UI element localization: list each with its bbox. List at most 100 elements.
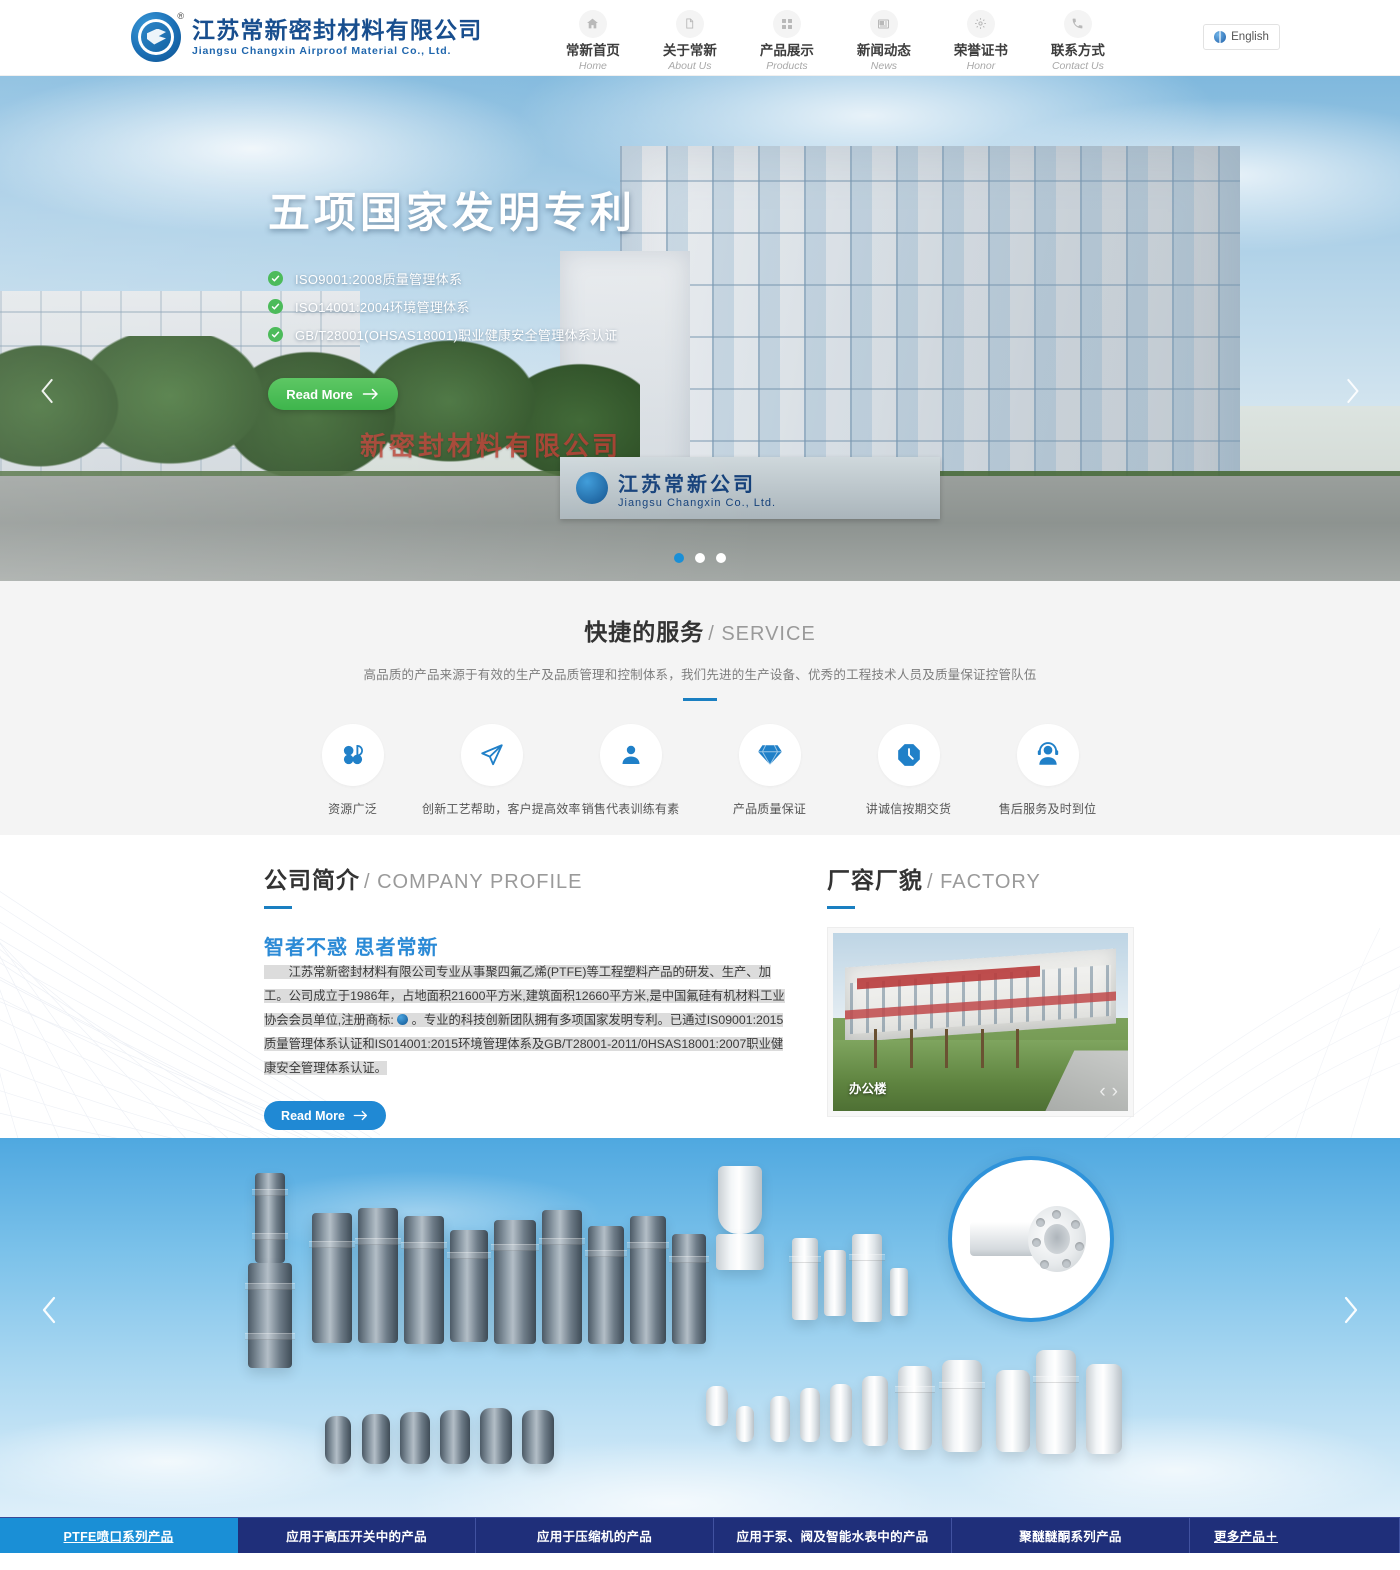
featured-product-circle xyxy=(948,1156,1114,1322)
chevron-right-icon xyxy=(1347,378,1359,404)
chevron-left-icon xyxy=(42,1296,56,1324)
site-logo[interactable]: ® 江苏常新密封材料有限公司 Jiangsu Changxin Airproof… xyxy=(131,11,483,64)
nav-label-cn: 联系方式 xyxy=(1050,42,1105,58)
product-item xyxy=(789,1238,821,1320)
factory-next-button[interactable]: › xyxy=(1112,1082,1118,1101)
product-banner: PTFE喷口系列产品 应用于高压开关中的产品 应用于压缩机的产品 应用于泵、阀及… xyxy=(0,1138,1400,1553)
factory-photo-frame: 办公楼 ‹ › xyxy=(827,927,1134,1117)
hero-list-item: ISO14001:2004环境管理体系 xyxy=(268,297,828,316)
product-item xyxy=(522,1410,554,1464)
service-item-list: 资源广泛 创新工艺帮助，客户提高效率 销售代表训练有素 产品质量保证 讲诚信按期… xyxy=(0,724,1400,817)
phone-icon xyxy=(1063,9,1092,38)
hero-read-more-button[interactable]: Read More xyxy=(268,378,398,410)
product-item xyxy=(325,1416,351,1464)
product-tab-label: 更多产品＋ xyxy=(1214,1530,1279,1544)
product-tab-high-voltage-switch[interactable]: 应用于高压开关中的产品 xyxy=(238,1518,476,1553)
product-tab-pump-valve-watermeter[interactable]: 应用于泵、阀及智能水表中的产品 xyxy=(714,1518,952,1553)
product-item xyxy=(770,1396,790,1442)
product-item xyxy=(736,1406,754,1442)
chevron-left-icon xyxy=(41,378,53,404)
hero-list-item: GB/T28001(OHSAS18001)职业健康安全管理体系认证 xyxy=(268,325,828,344)
featured-product-image xyxy=(970,1204,1094,1280)
service-subtitle: 高品质的产品来源于有效的生产及品质管理和控制体系，我们先进的生产设备、优秀的工程… xyxy=(363,668,1037,682)
profile-read-more-button[interactable]: Read More xyxy=(264,1101,386,1130)
product-item xyxy=(491,1220,539,1344)
product-tab-peek[interactable]: 聚醚醚酮系列产品 xyxy=(952,1518,1190,1553)
gear-icon xyxy=(966,9,995,38)
service-title-en: / SERVICE xyxy=(708,623,816,645)
check-icon xyxy=(268,271,283,286)
nav-item-about[interactable]: 关于常新 About Us xyxy=(641,6,738,73)
product-images xyxy=(0,1138,1400,1553)
factory-block: 厂容厂貌 / FACTORY 办公楼 ‹ › xyxy=(827,861,1147,1130)
product-banner-next-button[interactable] xyxy=(1328,1288,1372,1332)
service-item-label: 讲诚信按期交货 xyxy=(865,802,952,816)
factory-title-cn: 厂容厂貌 xyxy=(827,867,923,893)
nav-item-home[interactable]: 常新首页 Home xyxy=(544,6,641,73)
nav-item-honor[interactable]: 荣誉证书 Honor xyxy=(932,6,1029,73)
user-icon xyxy=(599,724,662,786)
nav-label-cn: 新闻动态 xyxy=(856,42,911,58)
product-item xyxy=(362,1414,390,1464)
product-tab-more[interactable]: 更多产品＋ xyxy=(1190,1518,1400,1553)
product-item xyxy=(252,1173,288,1263)
nav-label-cn: 产品展示 xyxy=(759,42,814,58)
product-item xyxy=(401,1216,447,1344)
product-item xyxy=(718,1166,762,1234)
factory-divider xyxy=(827,906,855,909)
product-item xyxy=(480,1408,512,1464)
service-item-label: 资源广泛 xyxy=(328,802,377,816)
product-item xyxy=(706,1386,728,1426)
product-tab-label: 应用于压缩机的产品 xyxy=(536,1530,653,1544)
service-item-quality[interactable]: 产品质量保证 xyxy=(700,724,839,817)
hero-list-label: GB/T28001(OHSAS18001)职业健康安全管理体系认证 xyxy=(295,328,618,343)
site-header: ® 江苏常新密封材料有限公司 Jiangsu Changxin Airproof… xyxy=(0,0,1400,76)
logo-title-cn: 江苏常新密封材料有限公司 xyxy=(192,16,483,43)
language-switch-button[interactable]: English xyxy=(1203,24,1280,50)
profile-factory-section: 公司简介 / COMPANY PROFILE 智者不惑 思者常新 江苏常新密封材料… xyxy=(0,835,1400,1138)
product-item xyxy=(800,1388,820,1442)
product-item xyxy=(585,1226,627,1344)
service-item-innovation[interactable]: 创新工艺帮助，客户提高效率 xyxy=(422,724,581,817)
nav-item-products[interactable]: 产品展示 Products xyxy=(738,6,835,73)
hero-list-label: ISO14001:2004环境管理体系 xyxy=(295,300,470,315)
product-item xyxy=(939,1360,985,1452)
hero-content: 五项国家发明专利 ISO9001:2008质量管理体系 ISO14001:200… xyxy=(268,186,828,410)
product-tab-label: PTFE喷口系列产品 xyxy=(63,1530,174,1544)
product-category-tabs: PTFE喷口系列产品 应用于高压开关中的产品 应用于压缩机的产品 应用于泵、阀及… xyxy=(0,1517,1400,1553)
service-item-label: 产品质量保证 xyxy=(732,802,807,816)
product-banner-prev-button[interactable] xyxy=(28,1288,72,1332)
nav-label-en: Contact Us xyxy=(1051,59,1104,72)
service-section: 快捷的服务 / SERVICE 高品质的产品来源于有效的生产及品质管理和控制体系，… xyxy=(0,581,1400,835)
document-icon xyxy=(675,9,704,38)
product-item xyxy=(669,1234,709,1344)
arrow-right-icon xyxy=(353,1110,367,1121)
news-icon xyxy=(869,9,898,38)
product-tab-ptfe-nozzle[interactable]: PTFE喷口系列产品 xyxy=(0,1518,238,1553)
service-item-resources[interactable]: 资源广泛 xyxy=(283,724,422,817)
service-title-cn: 快捷的服务 xyxy=(584,619,705,645)
product-item xyxy=(627,1216,669,1344)
factory-prev-button[interactable]: ‹ xyxy=(1099,1082,1105,1101)
service-item-sales[interactable]: 销售代表训练有素 xyxy=(561,724,700,817)
hero-dot-3[interactable] xyxy=(716,553,726,563)
product-tab-label: 应用于高压开关中的产品 xyxy=(286,1530,427,1544)
hero-prev-button[interactable] xyxy=(28,371,68,411)
service-item-label: 创新工艺帮助，客户提高效率 xyxy=(422,802,581,816)
headset-user-icon xyxy=(1016,724,1079,786)
service-item-aftersales[interactable]: 售后服务及时到位 xyxy=(978,724,1117,817)
product-item xyxy=(716,1234,764,1270)
product-item xyxy=(309,1213,355,1343)
nav-item-contact[interactable]: 联系方式 Contact Us xyxy=(1029,6,1126,73)
hero-dot-2[interactable] xyxy=(695,553,705,563)
nav-item-news[interactable]: 新闻动态 News xyxy=(835,6,932,73)
product-tab-compressor[interactable]: 应用于压缩机的产品 xyxy=(476,1518,714,1553)
service-divider xyxy=(683,698,717,701)
product-item xyxy=(400,1412,430,1464)
service-item-delivery[interactable]: 讲诚信按期交货 xyxy=(839,724,978,817)
hero-dot-1[interactable] xyxy=(674,553,684,563)
product-item xyxy=(895,1366,935,1450)
profile-slogan: 智者不惑 思者常新 xyxy=(264,937,439,959)
hero-next-button[interactable] xyxy=(1332,371,1372,411)
language-label: English xyxy=(1231,31,1269,43)
